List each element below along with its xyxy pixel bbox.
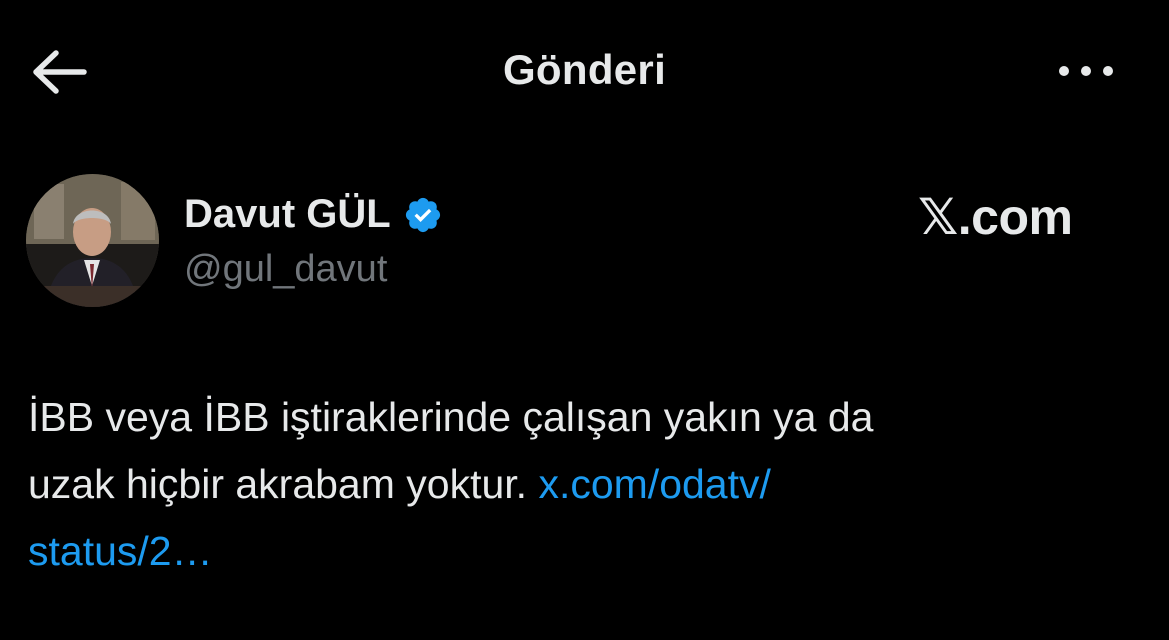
author-name-row: Davut GÜL (184, 192, 443, 237)
author-name[interactable]: Davut GÜL (184, 192, 391, 237)
tweet-line-3: status/2… (28, 518, 1138, 585)
author-handle[interactable]: @gul_davut (184, 248, 387, 291)
tweet-link-part-2[interactable]: status/2… (28, 528, 213, 574)
verified-badge-icon (403, 195, 443, 235)
tweet-text: İBB veya İBB iştiraklerinde çalışan yakı… (28, 384, 1138, 585)
more-options-button[interactable] (1052, 56, 1122, 86)
tweet-line-2-text: uzak hiçbir akrabam yoktur. (28, 461, 539, 507)
more-horizontal-icon (1052, 56, 1122, 86)
avatar[interactable] (26, 174, 159, 307)
page-title: Gönderi (502, 46, 667, 93)
top-bar: Gönderi (0, 0, 1169, 145)
tweet-line-1: İBB veya İBB iştiraklerinde çalışan yakı… (28, 394, 874, 440)
tweet-line-2: uzak hiçbir akrabam yoktur. x.com/odatv/ (28, 451, 1138, 518)
x-com-watermark: 𝕏.com (918, 189, 1073, 245)
tweet-link-part-1[interactable]: x.com/odatv/ (538, 461, 770, 507)
